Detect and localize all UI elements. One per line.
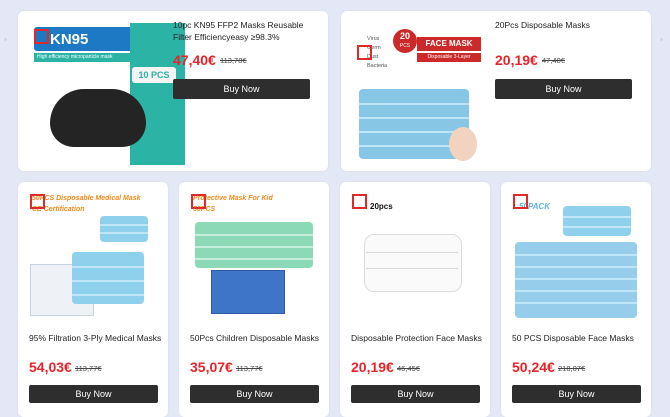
kn95-label: KN95	[50, 31, 89, 48]
product-image[interactable]: 50PACK	[509, 190, 643, 322]
original-price: 46,45€	[397, 364, 420, 373]
product-image[interactable]: KN95 High efficiency microparticle mask …	[30, 23, 185, 165]
image-overlay-text: Protective Mask For Kid	[193, 195, 273, 202]
original-price: 218,07€	[558, 364, 586, 373]
selection-marker	[357, 45, 372, 60]
product-title[interactable]: 20Pcs Disposable Masks	[495, 19, 645, 31]
product-image[interactable]: 20pcs	[348, 190, 482, 322]
pack-count-number: 20	[399, 31, 410, 41]
mask-image	[72, 252, 144, 304]
mask-box-image	[211, 270, 285, 314]
product-title[interactable]: 50Pcs Children Disposable Masks	[190, 332, 325, 344]
selection-marker	[191, 194, 206, 209]
product-title[interactable]: 95% Filtration 3-Ply Medical Masks	[29, 332, 164, 344]
image-overlay-text: 50PCS	[193, 206, 216, 213]
protection-bullet: Virus	[367, 36, 380, 42]
black-mask-image	[50, 89, 146, 147]
product-title[interactable]: 50 PCS Disposable Face Masks	[512, 332, 647, 344]
product-title[interactable]: Disposable Protection Face Masks	[351, 332, 486, 344]
selection-marker	[30, 194, 45, 209]
product-card[interactable]: 50PACK 50 PCS Disposable Face Masks 50,2…	[501, 182, 651, 417]
product-image[interactable]: 50PCS Disposable Medical Mask CE Certifi…	[26, 190, 160, 322]
product-price: 35,07€	[190, 359, 233, 375]
background-dot	[660, 38, 663, 41]
original-price: 47,40€	[542, 56, 565, 65]
protection-bullet: Bacteria	[367, 63, 388, 69]
product-card[interactable]: FACE MASK Disposable 3-Layer 20 PCS Viru…	[341, 11, 651, 171]
original-price: 113,78€	[220, 56, 247, 65]
person-photo	[449, 127, 477, 161]
selection-marker	[352, 194, 367, 209]
product-card[interactable]: Protective Mask For Kid 50PCS 50Pcs Chil…	[179, 182, 329, 417]
mask-pleat	[366, 252, 458, 253]
buy-now-button[interactable]: Buy Now	[512, 385, 641, 403]
mask-pleat	[366, 268, 458, 269]
pack-count-unit: PCS	[399, 43, 411, 49]
disposable-banner: Disposable 3-Layer	[417, 53, 481, 62]
product-price: 54,03€	[29, 359, 72, 375]
buy-now-button[interactable]: Buy Now	[495, 79, 632, 99]
product-card[interactable]: 20pcs Disposable Protection Face Masks 2…	[340, 182, 490, 417]
selection-marker	[34, 29, 49, 44]
image-overlay-text: 20pcs	[370, 202, 393, 211]
product-card[interactable]: KN95 High efficiency microparticle mask …	[18, 11, 328, 171]
mask-image	[100, 216, 148, 242]
mask-image	[563, 206, 631, 236]
product-price: 47,40€	[173, 52, 216, 68]
product-card[interactable]: 50PCS Disposable Medical Mask CE Certifi…	[18, 182, 168, 417]
buy-now-button[interactable]: Buy Now	[29, 385, 158, 403]
image-overlay-text: 50PCS Disposable Medical Mask	[32, 195, 141, 202]
mask-image	[195, 222, 313, 268]
buy-now-button[interactable]: Buy Now	[351, 385, 480, 403]
face-mask-banner: FACE MASK	[417, 37, 481, 51]
original-price: 113,77€	[75, 364, 102, 373]
pack-count-badge: 10 PCS	[132, 67, 176, 83]
product-price: 20,19€	[495, 52, 538, 68]
buy-now-button[interactable]: Buy Now	[173, 79, 310, 99]
product-image[interactable]: Protective Mask For Kid 50PCS	[187, 190, 321, 322]
product-price: 50,24€	[512, 359, 555, 375]
mask-stack-image	[515, 242, 637, 318]
selection-marker	[513, 194, 528, 209]
original-price: 113,77€	[236, 364, 263, 373]
image-overlay-text: CE Certification	[32, 206, 85, 213]
buy-now-button[interactable]: Buy Now	[190, 385, 319, 403]
mask-image	[364, 234, 462, 292]
background-dot	[4, 38, 7, 41]
product-price: 20,19€	[351, 359, 394, 375]
product-title[interactable]: 10pc KN95 FFP2 Masks Reusable Filter Eff…	[173, 19, 323, 43]
product-image[interactable]: FACE MASK Disposable 3-Layer 20 PCS Viru…	[353, 23, 483, 165]
